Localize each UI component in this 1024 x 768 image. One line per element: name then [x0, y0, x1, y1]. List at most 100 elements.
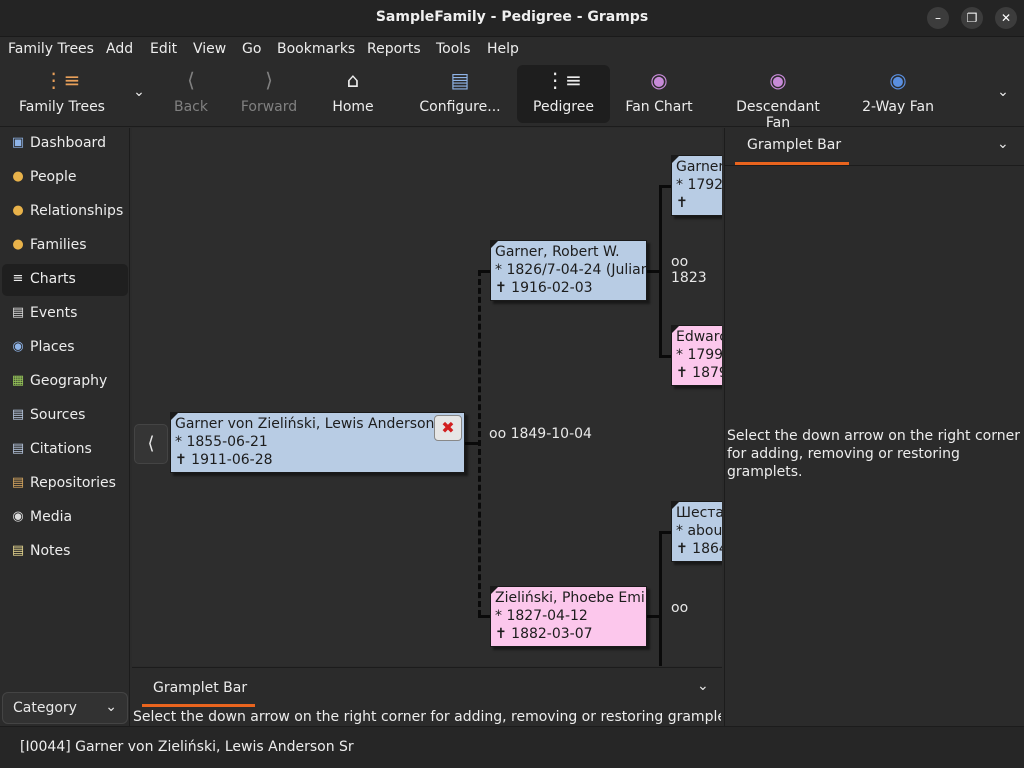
person-death: ✝ 1882-03-07: [495, 626, 593, 642]
menu-view[interactable]: View: [193, 41, 226, 57]
back-button[interactable]: ⟨ Back: [166, 65, 216, 123]
menu-tools[interactable]: Tools: [436, 41, 471, 57]
family-trees-dropdown[interactable]: ⌄: [128, 65, 150, 123]
chevron-down-icon: ⌄: [105, 699, 117, 715]
descendant-fan-button[interactable]: ◉ Descendant Fan: [722, 65, 834, 131]
sidebar-item-citations[interactable]: ▤ Citations: [2, 434, 128, 466]
marriage-label-mother-parents: oo: [671, 600, 689, 616]
sidebar-item-people[interactable]: ● People: [2, 162, 128, 194]
menu-edit[interactable]: Edit: [150, 41, 177, 57]
connector-line: [646, 270, 660, 273]
gramplet-bar-tab[interactable]: Gramplet Bar: [747, 137, 841, 153]
fan-chart-icon: ◉: [650, 68, 668, 92]
tab-underline: [142, 704, 255, 707]
two-way-fan-icon: ◉: [889, 68, 907, 92]
person-name: Garner von Zieliński, Lewis Anderson Sr: [175, 416, 454, 432]
person-death: ✝: [676, 195, 688, 211]
box-corner-marker: [672, 502, 679, 509]
gramplet-bar-bottom: Gramplet Bar ⌄ Select the down arrow on …: [132, 667, 722, 726]
box-corner-marker: [491, 241, 498, 248]
descendant-fan-icon: ◉: [769, 68, 787, 92]
two-way-fan-button[interactable]: ◉ 2-Way Fan: [860, 65, 936, 123]
gramplet-bar-message: Select the down arrow on the right corne…: [133, 709, 721, 725]
menu-go[interactable]: Go: [242, 41, 261, 57]
sidebar-item-families[interactable]: ● Families: [2, 230, 128, 262]
sidebar-item-events[interactable]: ▤ Events: [2, 298, 128, 330]
family-trees-button[interactable]: ⋮≡ Family Trees: [14, 65, 110, 123]
menu-help[interactable]: Help: [487, 41, 519, 57]
menu-add[interactable]: Add: [106, 41, 133, 57]
forward-button[interactable]: ⟩ Forward: [236, 65, 302, 123]
sidebar-item-sources[interactable]: ▤ Sources: [2, 400, 128, 432]
connector-line: [659, 185, 671, 188]
connector-line: [659, 531, 671, 534]
person-birth: * 1799-: [676, 347, 722, 363]
gramplet-bar-right: Gramplet Bar ⌄ Select the down arrow on …: [724, 128, 1024, 726]
sidebar-item-repositories[interactable]: ▤ Repositories: [2, 468, 128, 500]
people-icon: ●: [12, 169, 24, 184]
person-box-father[interactable]: Garner, Robert W. * 1826/7-04-24 (Julian…: [490, 240, 647, 301]
relationships-icon: ●: [12, 203, 24, 218]
geography-icon: ▦: [11, 373, 25, 388]
home-button[interactable]: ⌂ Home: [326, 65, 380, 123]
person-name: Zieliński, Phoebe Emily: [495, 590, 647, 606]
back-arrow-icon: ⟨: [187, 68, 195, 92]
box-corner-marker: [672, 156, 679, 163]
pedigree-view-button[interactable]: ⋮≡ Pedigree: [517, 65, 610, 123]
person-box-root[interactable]: Garner von Zieliński, Lewis Anderson Sr …: [170, 412, 465, 473]
divider: [725, 165, 1024, 166]
home-icon: ⌂: [346, 68, 360, 92]
dashboard-icon: ▣: [11, 135, 25, 150]
box-corner-marker: [171, 413, 178, 420]
person-box-mother[interactable]: Zieliński, Phoebe Emily * 1827-04-12 ✝ 1…: [490, 586, 647, 647]
citations-icon: ▤: [11, 441, 25, 456]
person-box-paternal-grandmother[interactable]: Edwarc * 1799- ✝ 1879: [671, 325, 722, 386]
mother-parents-connector-line: [659, 531, 662, 666]
connector-line: [646, 615, 660, 618]
sidebar-item-charts[interactable]: ≡ Charts: [2, 264, 128, 296]
sidebar-item-dashboard[interactable]: ▣ Dashboard: [2, 128, 128, 160]
configure-icon: ▤: [450, 68, 470, 92]
connector-line: [478, 270, 490, 273]
person-death: ✝ 1911-06-28: [175, 452, 273, 468]
box-corner-marker: [491, 587, 498, 594]
close-button[interactable]: ✕: [995, 7, 1017, 29]
menu-bar: Family Trees Add Edit View Go Bookmarks …: [0, 37, 1024, 63]
gramplet-bar-tab[interactable]: Gramplet Bar: [153, 680, 247, 696]
tree-icon: ⋮≡: [43, 68, 81, 92]
fan-chart-button[interactable]: ◉ Fan Chart: [622, 65, 696, 123]
navigate-child-button[interactable]: ⟨: [134, 424, 168, 464]
person-name: Шестак: [676, 505, 722, 521]
pedigree-canvas[interactable]: ⟨ Garner von Zieliński, Lewis Anderson S…: [132, 128, 722, 666]
person-name: Garner,: [676, 159, 722, 175]
chevron-down-icon[interactable]: ⌄: [997, 136, 1009, 152]
toolbar: ⋮≡ Family Trees ⌄ ⟨ Back ⟩ Forward ⌂ Hom…: [0, 63, 1024, 131]
sidebar-item-relationships[interactable]: ● Relationships: [2, 196, 128, 228]
person-death: ✝ 1916-02-03: [495, 280, 593, 296]
menu-reports[interactable]: Reports: [367, 41, 421, 57]
person-box-maternal-grandfather[interactable]: Шестак * about ✝ 1864: [671, 501, 722, 562]
configure-button[interactable]: ▤ Configure...: [416, 65, 504, 123]
sidebar-item-geography[interactable]: ▦ Geography: [2, 366, 128, 398]
repositories-icon: ▤: [11, 475, 25, 490]
person-box-paternal-grandfather[interactable]: Garner, * 1792 ✝: [671, 155, 722, 216]
toolbar-overflow-button[interactable]: ⌄: [992, 65, 1014, 123]
pedigree-icon: ⋮≡: [545, 68, 582, 92]
sidebar-item-notes[interactable]: ▤ Notes: [2, 536, 128, 568]
sidebar-item-media[interactable]: ◉ Media: [2, 502, 128, 534]
delete-person-button[interactable]: ✖: [434, 415, 462, 441]
person-death: ✝ 1879: [676, 365, 722, 381]
menu-bookmarks[interactable]: Bookmarks: [277, 41, 355, 57]
close-icon: ✖: [441, 418, 455, 437]
menu-family-trees[interactable]: Family Trees: [8, 41, 94, 57]
forward-arrow-icon: ⟩: [265, 68, 273, 92]
status-bar: [I0044] Garner von Zieliński, Lewis Ande…: [0, 726, 1024, 768]
marriage-label-father-parents: oo 1823: [671, 254, 707, 286]
sidebar-item-places[interactable]: ◉ Places: [2, 332, 128, 364]
maximize-button[interactable]: ❐: [961, 7, 983, 29]
person-birth: * 1827-04-12: [495, 608, 588, 624]
chevron-down-icon[interactable]: ⌄: [697, 678, 709, 694]
category-selector[interactable]: Category ⌄: [2, 692, 128, 724]
minimize-button[interactable]: –: [927, 7, 949, 29]
marriage-label-root-parents: oo 1849-10-04: [489, 426, 592, 442]
